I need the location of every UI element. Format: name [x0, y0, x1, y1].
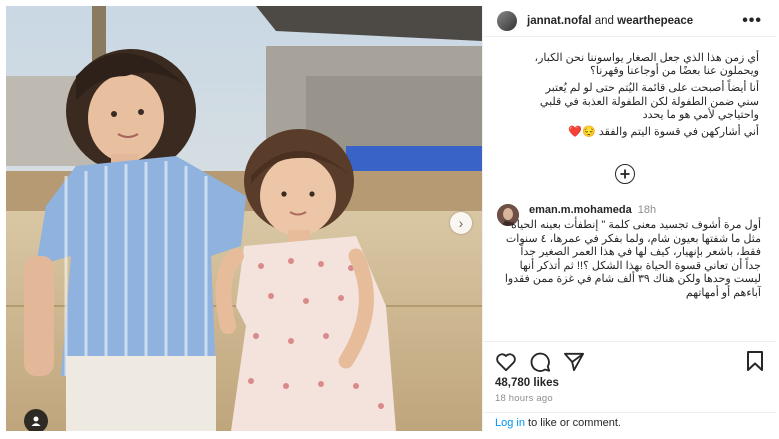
bookmark-icon [747, 351, 763, 371]
save-button[interactable] [746, 351, 764, 376]
comment-icon [530, 352, 551, 372]
post-timestamp: 18 hours ago [495, 393, 553, 404]
photo-illustration [6, 6, 482, 431]
likes-count[interactable]: 48,780 likes [495, 377, 559, 389]
action-icons [495, 350, 585, 374]
authors-connector: and [594, 15, 614, 27]
post-actions-bar: 48,780 likes 18 hours ago Log in to like… [483, 341, 776, 432]
comment-button[interactable] [529, 351, 551, 373]
heart-icon [496, 353, 516, 372]
share-icon [564, 352, 584, 372]
caption-paragraph-2: أنا أيضاً أصبحت على قائمة اليُتم حتى لو … [539, 82, 759, 121]
post-details-panel: jannat.nofal and wearthepeace ••• أي زمن… [482, 6, 776, 432]
comment-time: 18h [637, 204, 657, 216]
instagram-post-window: › jannat.nofal and wearthepeace ••• أي ز… [0, 0, 779, 439]
comment-text: أول مرة أشوف تجسيد معنى كلمة " إنطفأت بع… [504, 219, 761, 299]
caption-paragraph-3: أني أشاركهن في قسوة اليتم والفقد 😔❤️ [568, 126, 759, 139]
more-icon[interactable]: ••• [742, 12, 762, 30]
author-username[interactable]: jannat.nofal [527, 15, 592, 27]
chevron-right-icon: › [458, 215, 464, 231]
post-header: jannat.nofal and wearthepeace ••• [483, 6, 776, 37]
login-prompt-text: to like or comment. [524, 417, 621, 429]
author-avatar[interactable] [497, 11, 517, 31]
tagged-users-button[interactable] [24, 409, 48, 431]
next-photo-button[interactable]: › [450, 212, 472, 234]
user-tag-icon [31, 416, 41, 426]
comments-scroll-area[interactable]: أي زمن هذا الذي جعل الصغار يواسوننا نحن … [483, 36, 776, 341]
share-button[interactable] [563, 352, 585, 372]
plus-circle-icon [620, 169, 630, 179]
collaborator-username[interactable]: wearthepeace [617, 15, 693, 27]
post-caption: أي زمن هذا الذي جعل الصغار يواسوننا نحن … [523, 52, 759, 143]
commenter-username-line: eman.m.mohameda 18h [529, 204, 656, 216]
login-link[interactable]: Log in [495, 417, 525, 429]
load-more-comments-button[interactable] [615, 164, 635, 184]
like-button[interactable] [495, 352, 517, 372]
login-prompt: Log in to like or comment. [483, 412, 776, 437]
post-photo[interactable]: › [6, 6, 482, 431]
post-authors: jannat.nofal and wearthepeace [527, 15, 693, 27]
commenter-username[interactable]: eman.m.mohameda [529, 204, 632, 216]
caption-paragraph-1: أي زمن هذا الذي جعل الصغار يواسوننا نحن … [534, 52, 759, 78]
